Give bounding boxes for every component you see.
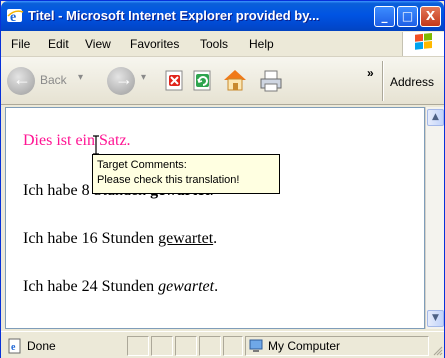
sentence-1: Dies ist ein Satz. [23,132,131,149]
ie-logo-icon: e [7,9,24,25]
toolbar-separator [382,61,384,101]
browser-window: e Titel - Microsoft Internet Explorer pr… [0,0,445,358]
sentence-3-suffix: . [213,230,218,247]
address-label[interactable]: Address [390,75,434,89]
forward-dropdown-icon[interactable]: ▾ [141,72,146,83]
scroll-down-icon[interactable]: ▼ [427,310,444,327]
menu-bar: File Edit View Favorites Tools Help [1,31,444,57]
windows-logo-icon [415,32,432,50]
menu-favorites[interactable]: Favorites [130,37,179,51]
sentence-4-italic-word: gewartet [158,278,215,295]
scroll-up-icon[interactable]: ▲ [427,109,444,126]
status-pane [175,336,197,356]
print-icon[interactable] [258,69,284,93]
back-dropdown-icon[interactable]: ▾ [78,72,83,83]
svg-text:e: e [11,342,16,353]
toolbar-overflow-chevron[interactable]: » [367,66,374,80]
sentence-3-underlined-word: gewartet [158,230,214,247]
back-arrow-icon: ← [7,67,35,95]
close-button[interactable]: X [420,6,441,27]
tooltip-message: Please check this translation! [97,174,240,186]
text-cursor-icon [93,135,99,155]
resize-grip-icon[interactable] [431,344,443,356]
forward-arrow-icon: → [115,69,133,89]
standard-toolbar: ← Back ▾ → ▾ » Address [1,57,444,105]
sentence-4-suffix: . [214,278,219,295]
forward-button[interactable]: → [107,67,135,95]
windows-logo-box [402,32,444,56]
window-title: Titel - Microsoft Internet Explorer prov… [28,8,320,23]
status-pane [199,336,221,356]
status-pane [223,336,243,356]
refresh-icon[interactable] [192,70,214,92]
sentence-3: Ich habe 16 Stunden gewartet. [23,230,217,248]
menu-help[interactable]: Help [249,37,274,51]
menu-view[interactable]: View [85,37,111,51]
status-pane [151,336,173,356]
minimize-button[interactable]: _ [374,6,395,27]
menu-file[interactable]: File [11,37,30,51]
status-text: Done [27,339,56,353]
page-content: Dies ist ein Satz. Ich habe 8 Stunden ge… [5,107,425,329]
zone-text: My Computer [268,339,341,353]
status-bar: e Done My Computer [1,331,444,358]
ie-page-icon: e [8,338,21,354]
title-bar[interactable]: e Titel - Microsoft Internet Explorer pr… [1,1,444,31]
comment-tooltip: Target Comments: Please check this trans… [92,154,280,194]
stop-icon[interactable] [164,70,186,92]
vertical-scrollbar[interactable]: ▲ ▼ [425,107,444,329]
sentence-4-text: Ich habe 24 Stunden [23,278,159,295]
menu-tools[interactable]: Tools [200,37,228,51]
tooltip-heading: Target Comments: [97,159,187,171]
menu-edit[interactable]: Edit [48,37,69,51]
maximize-button[interactable]: □ [397,6,418,27]
back-button[interactable]: ← Back ▾ [7,67,97,95]
back-label: Back [40,73,67,87]
sentence-3-text: Ich habe 16 Stunden [23,230,159,247]
status-pane [127,336,149,356]
sentence-4: Ich habe 24 Stunden gewartet. [23,278,218,296]
my-computer-icon [249,339,263,352]
home-icon[interactable] [221,67,249,93]
